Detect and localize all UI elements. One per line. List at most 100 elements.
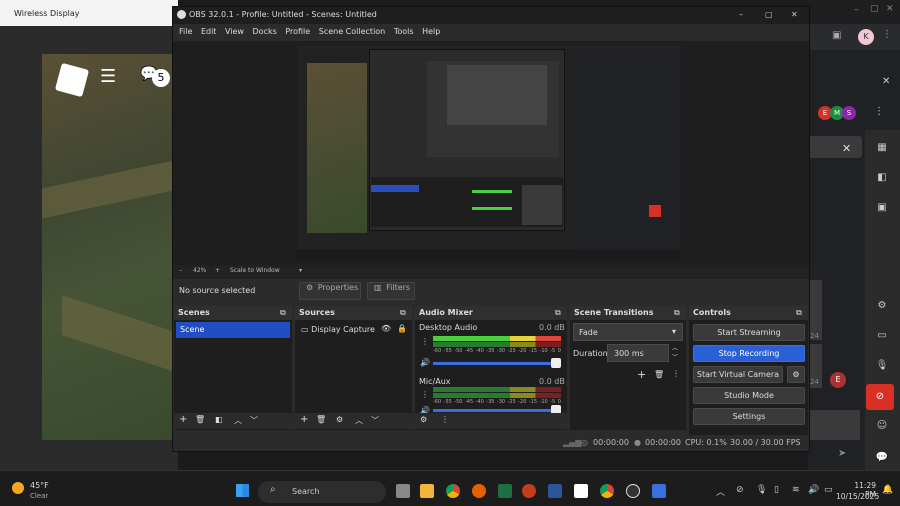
move-down-icon[interactable]: ﹀ [250, 415, 258, 426]
menu-file[interactable]: File [179, 27, 192, 36]
scene-item[interactable]: Scene [176, 322, 290, 338]
obs-icon[interactable] [626, 484, 640, 498]
speaker-icon[interactable]: 🔊 [420, 358, 430, 367]
trash-icon[interactable]: 🗑 [654, 370, 664, 379]
excel-icon[interactable] [498, 484, 512, 498]
add-icon[interactable]: + [179, 414, 187, 425]
weather-icon[interactable] [12, 482, 24, 494]
chevron-down-icon[interactable]: ▾ [299, 267, 302, 274]
properties-button[interactable]: ⚙ Properties [299, 282, 361, 300]
layout-icon[interactable]: ▦ [873, 142, 891, 156]
avatar[interactable]: S [842, 106, 856, 120]
channel-menu-icon[interactable]: ⋮ [421, 390, 429, 399]
gear-icon[interactable]: ⚙ [336, 415, 343, 424]
minimize-icon[interactable]: – [739, 10, 743, 19]
add-icon[interactable]: + [300, 414, 308, 425]
word-icon[interactable] [548, 484, 562, 498]
message-input[interactable] [808, 410, 860, 440]
close-icon[interactable]: ✕ [791, 10, 798, 19]
source-item[interactable]: ▭ Display Capture 👁 🔒 [297, 322, 410, 338]
mic-icon[interactable]: 🎙 [756, 485, 767, 495]
dock-icon[interactable]: ⧉ [280, 308, 286, 318]
window-icon[interactable]: ▣ [873, 202, 891, 216]
start-virtual-camera-button[interactable]: Start Virtual Camera [693, 366, 783, 383]
zoom-in-icon[interactable]: + [215, 267, 220, 274]
dock-icon[interactable]: ⧉ [555, 308, 561, 318]
chat-icon[interactable]: 💬 [873, 452, 891, 466]
start-streaming-button[interactable]: Start Streaming [693, 324, 805, 341]
more-options-icon[interactable]: ⋮ [874, 106, 884, 117]
battery-icon[interactable]: ▯ [774, 485, 779, 495]
minimize-icon[interactable]: – [854, 5, 859, 15]
wireless-display-icon[interactable] [652, 484, 666, 498]
studio-mode-button[interactable]: Studio Mode [693, 387, 805, 404]
menu-edit[interactable]: Edit [201, 27, 217, 36]
emoji-icon[interactable]: ☺ [873, 420, 891, 434]
maximize-icon[interactable]: ▢ [870, 4, 879, 14]
weather-condition[interactable]: Clear [30, 492, 48, 500]
move-up-icon[interactable]: ︿ [234, 415, 242, 426]
notifications-off-icon[interactable]: ⊘ [736, 485, 744, 495]
menu-view[interactable]: View [225, 27, 244, 36]
clock-date[interactable]: 10/15/2025 [836, 492, 879, 501]
menu-tools[interactable]: Tools [394, 27, 414, 36]
virtual-camera-settings-button[interactable]: ⚙ [787, 366, 805, 383]
file-explorer-icon[interactable] [420, 484, 434, 498]
chevron-up-icon[interactable]: ︿ [716, 485, 725, 498]
menu-help[interactable]: Help [422, 27, 440, 36]
trash-icon[interactable]: 🗑 [195, 415, 205, 424]
transition-select[interactable]: Fade ▾ [573, 323, 683, 341]
powerpoint-icon[interactable] [522, 484, 536, 498]
dock-icon[interactable]: ⧉ [796, 308, 802, 318]
lock-icon[interactable]: 🔒 [397, 324, 407, 333]
add-icon[interactable]: + [637, 368, 646, 381]
weather-temp[interactable]: 45°F [30, 481, 49, 490]
volume-slider[interactable] [433, 409, 555, 412]
menu-scene-collection[interactable]: Scene Collection [319, 27, 386, 36]
zoom-out-icon[interactable]: – [179, 267, 182, 274]
maximize-icon[interactable]: ▢ [765, 10, 773, 19]
volume-icon[interactable]: 🔊 [808, 485, 819, 495]
close-panel-icon[interactable]: ✕ [882, 76, 890, 87]
menu-profile[interactable]: Profile [285, 27, 310, 36]
stepper-down-icon[interactable]: ﹀ [672, 352, 678, 361]
duration-input[interactable]: 300 ms [607, 344, 669, 362]
present-icon[interactable]: ▭ [873, 330, 891, 344]
mic-icon[interactable]: 🎙 [873, 360, 891, 374]
menu-docks[interactable]: Docks [253, 27, 277, 36]
close-icon[interactable]: ✕ [842, 142, 851, 155]
preview-canvas[interactable] [297, 45, 681, 261]
stepper-up-icon[interactable]: ︿ [672, 343, 678, 352]
settings-button[interactable]: Settings [693, 408, 805, 425]
browser-menu-icon[interactable]: ⋮ [882, 29, 892, 40]
volume-slider-handle[interactable] [551, 358, 561, 368]
chrome-icon[interactable] [446, 484, 460, 498]
firefox-icon[interactable] [472, 484, 486, 498]
dock-icon[interactable]: ⧉ [674, 308, 680, 318]
wifi-icon[interactable]: ≋ [792, 485, 800, 495]
channel-menu-icon[interactable]: ⋮ [421, 337, 429, 346]
extension-icon[interactable]: ▣ [832, 30, 841, 41]
more-icon[interactable]: ⋮ [672, 369, 680, 378]
move-down-icon[interactable]: ﹀ [371, 415, 379, 426]
move-up-icon[interactable]: ︿ [355, 415, 363, 426]
profile-avatar[interactable]: K [858, 29, 874, 45]
volume-slider[interactable] [433, 362, 555, 365]
notification-bell-icon[interactable]: 🔔 [882, 485, 893, 495]
panel-icon[interactable]: ◧ [873, 172, 891, 186]
settings-icon[interactable]: ⚙ [873, 300, 891, 314]
menu-icon[interactable]: ☰ [100, 66, 116, 87]
trash-icon[interactable]: 🗑 [316, 415, 326, 424]
mixer-menu-icon[interactable]: ⋮ [441, 415, 449, 424]
filters-button[interactable]: ▥ Filters [367, 282, 415, 300]
filter-icon[interactable]: ◧ [215, 415, 223, 424]
taskbar-search[interactable]: Search [258, 481, 386, 503]
stop-recording-button[interactable]: Stop Recording [693, 345, 805, 362]
chrome-icon[interactable] [600, 484, 614, 498]
user-badge[interactable]: E [830, 372, 846, 388]
visibility-icon[interactable]: 👁 [381, 324, 391, 333]
scale-mode[interactable]: Scale to Window [230, 267, 280, 274]
dock-icon[interactable]: ⧉ [400, 308, 406, 318]
battery-level-icon[interactable]: ▭ [824, 485, 833, 495]
advanced-audio-icon[interactable]: ⚙ [420, 415, 427, 424]
